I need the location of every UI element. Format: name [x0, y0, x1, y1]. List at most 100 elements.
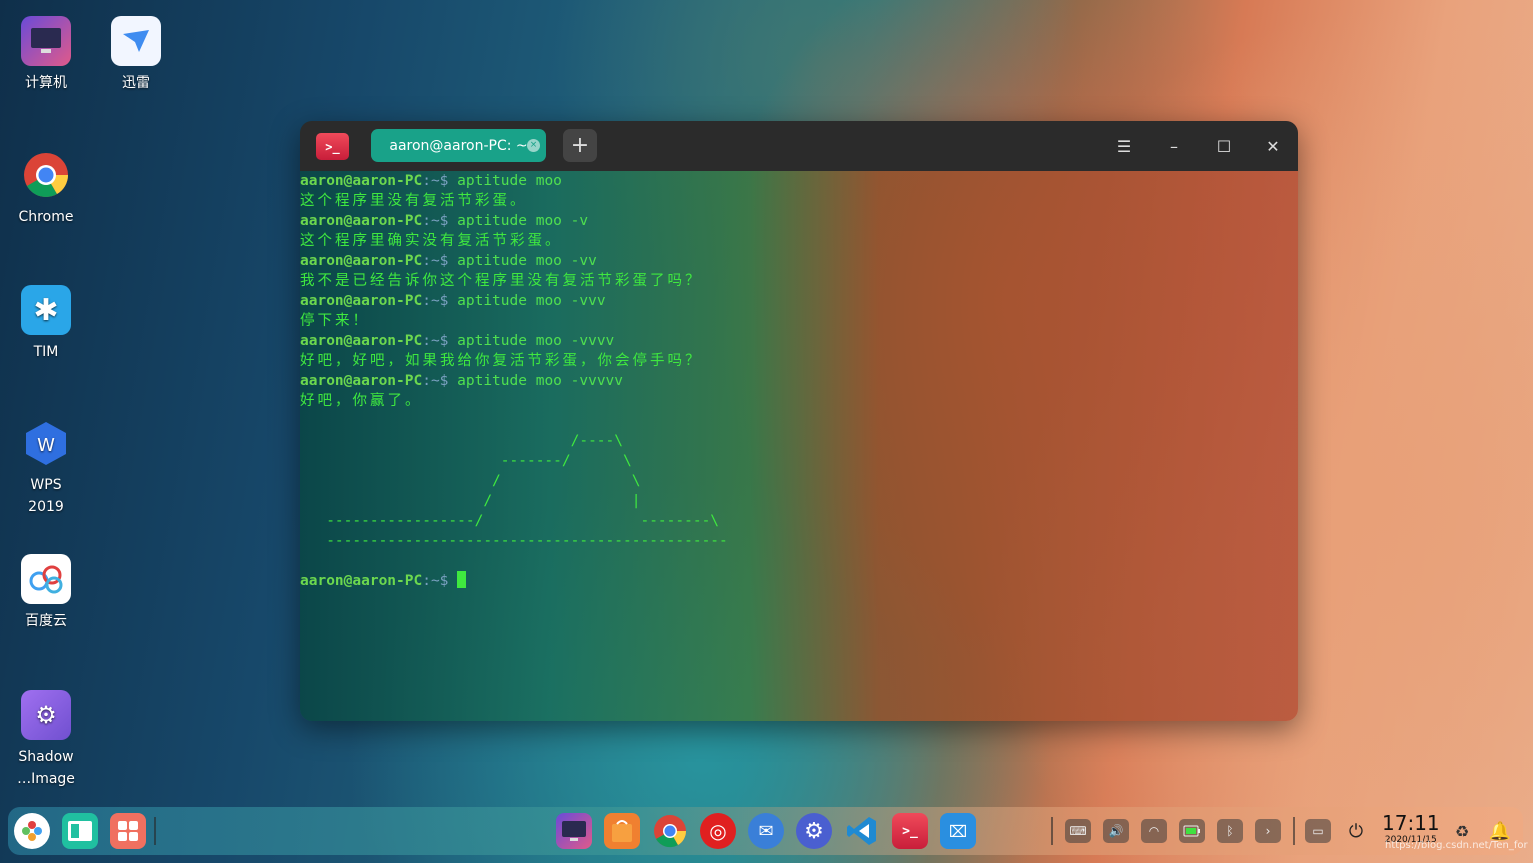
title-bar[interactable]: >_ aaron@aaron-PC: ~ × + ☰ – ☐ ✕	[300, 121, 1298, 171]
desktop-icon-shadow-image[interactable]: ⚙ Shadow …Image	[4, 690, 88, 790]
ascii-art-line: -------/ \	[300, 453, 632, 469]
terminal-dock-icon[interactable]: >_	[892, 813, 928, 849]
minimize-button[interactable]: –	[1161, 133, 1187, 159]
wifi-icon[interactable]: ◠	[1141, 819, 1167, 843]
desktop-icon-label: 计算机	[25, 75, 67, 91]
terminal-output-line: 这个程序里确实没有复活节彩蛋。	[300, 233, 563, 249]
desktop-icon-baiduyun[interactable]: 百度云	[4, 554, 88, 632]
settings-icon[interactable]: ⚙	[796, 813, 832, 849]
desktop-icon-xunlei[interactable]: 迅雷	[94, 16, 178, 94]
archive-manager-icon[interactable]: ⌧	[940, 813, 976, 849]
volume-icon[interactable]: 🔊	[1103, 819, 1129, 843]
close-button[interactable]: ✕	[1260, 133, 1286, 159]
tab-title: aaron@aaron-PC: ~	[389, 137, 528, 154]
prompt-user: aaron@aaron-PC	[300, 373, 423, 389]
desktop-icon-tim[interactable]: ✱ TIM	[4, 285, 88, 363]
show-desktop-icon[interactable]	[110, 813, 146, 849]
prompt-path: :~$	[422, 213, 458, 229]
desktop-icon-label-line2: 2019	[28, 499, 64, 515]
ascii-art-line	[300, 411, 1298, 431]
terminal-output-line: 好吧，你赢了。	[300, 393, 423, 409]
ascii-art-line: ----------------------------------------…	[300, 533, 728, 549]
prompt-path: :~$	[422, 173, 458, 189]
desktop-icon-label: Shadow	[18, 749, 74, 765]
wps-icon: W	[21, 418, 71, 468]
terminal-command-line: aaron@aaron-PC:~$ aptitude moo -vvvv	[300, 331, 1298, 351]
desktop-icon-label: 迅雷	[122, 75, 150, 91]
computer-icon[interactable]	[556, 813, 592, 849]
dock-separator	[1051, 817, 1053, 845]
command-text: aptitude moo	[457, 173, 562, 189]
prompt-user: aaron@aaron-PC	[300, 573, 423, 589]
desktop-icon-label: TIM	[33, 344, 59, 360]
prompt-user: aaron@aaron-PC	[300, 293, 423, 309]
prompt-user: aaron@aaron-PC	[300, 253, 423, 269]
terminal-output-line: 好吧，好吧，如果我给你复活节彩蛋，你会停手吗？	[300, 353, 703, 369]
terminal-output-line: 这个程序里没有复活节彩蛋。	[300, 193, 528, 209]
prompt-path: :~$	[422, 373, 458, 389]
terminal-prompt-line: aaron@aaron-PC:~$	[300, 571, 1298, 591]
thunderbird-icon[interactable]: ✉	[748, 813, 784, 849]
gear-icon: ⚙	[21, 690, 71, 740]
tab-close-icon[interactable]: ×	[527, 139, 540, 152]
dock: ◎ ✉ ⚙ >_ ⌧ ⌨ 🔊 ◠ ᛒ › ▭ ⏻ 17:11 2020/11/1…	[8, 807, 1523, 855]
dock-separator	[154, 817, 156, 845]
prompt-path: :~$	[422, 253, 458, 269]
ascii-art-line: / \	[300, 473, 641, 489]
bluetooth-icon[interactable]: ᛒ	[1217, 819, 1243, 843]
svg-text:W: W	[37, 435, 55, 456]
menu-icon[interactable]: ☰	[1111, 133, 1137, 159]
terminal-command-line: aaron@aaron-PC:~$ aptitude moo -vvvvv	[300, 371, 1298, 391]
launcher-icon[interactable]	[14, 813, 50, 849]
desktop-icon-chrome[interactable]: Chrome	[4, 150, 88, 228]
terminal-command-line: aaron@aaron-PC:~$ aptitude moo -vvv	[300, 291, 1298, 311]
chrome-icon[interactable]	[652, 813, 688, 849]
chrome-icon	[21, 150, 71, 200]
terminal-output[interactable]: aaron@aaron-PC:~$ aptitude moo 这个程序里没有复活节…	[300, 171, 1298, 721]
new-tab-button[interactable]: +	[563, 129, 597, 162]
maximize-button[interactable]: ☐	[1211, 133, 1237, 159]
power-icon[interactable]: ⏻	[1343, 819, 1369, 843]
desktop-icon-label: WPS	[30, 477, 62, 493]
keyboard-icon[interactable]: ⌨	[1065, 819, 1091, 843]
terminal-command-line: aaron@aaron-PC:~$ aptitude moo -vv	[300, 251, 1298, 271]
cloud-icon	[21, 554, 71, 604]
clock-time: 17:11	[1382, 811, 1440, 835]
ascii-art-line: -----------------/ --------\	[300, 513, 720, 529]
chevron-right-icon[interactable]: ›	[1255, 819, 1281, 843]
vscode-icon[interactable]	[844, 813, 880, 849]
prompt-path: :~$	[422, 573, 458, 589]
multitask-view-icon[interactable]	[62, 813, 98, 849]
terminal-output-line: 我不是已经告诉你这个程序里没有复活节彩蛋了吗？	[300, 273, 703, 289]
terminal-cursor	[457, 571, 467, 588]
netease-music-icon[interactable]: ◎	[700, 813, 736, 849]
command-text: aptitude moo -v	[457, 213, 589, 229]
tim-star-icon: ✱	[21, 285, 71, 335]
ascii-art-line: /----\	[300, 433, 624, 449]
command-text: aptitude moo -vvv	[457, 293, 606, 309]
prompt-user: aaron@aaron-PC	[300, 173, 423, 189]
terminal-command-line: aaron@aaron-PC:~$ aptitude moo	[300, 171, 1298, 191]
prompt-path: :~$	[422, 333, 458, 349]
battery-icon[interactable]	[1179, 819, 1205, 843]
bird-icon	[111, 16, 161, 66]
terminal-app-icon[interactable]: >_	[316, 133, 349, 160]
terminal-output-line: 停下来！	[300, 313, 370, 329]
desktop-icon-wps[interactable]: W WPS 2019	[4, 418, 88, 518]
desktop-icon-computer[interactable]: 计算机	[4, 16, 88, 94]
notification-card-icon[interactable]: ▭	[1305, 819, 1331, 843]
tab-terminal[interactable]: aaron@aaron-PC: ~ ×	[371, 129, 546, 162]
command-text: aptitude moo -vvvvv	[457, 373, 624, 389]
terminal-window[interactable]: >_ aaron@aaron-PC: ~ × + ☰ – ☐ ✕ aaron@a…	[300, 121, 1298, 721]
prompt-user: aaron@aaron-PC	[300, 333, 423, 349]
dock-separator	[1293, 817, 1295, 845]
prompt-path: :~$	[422, 293, 458, 309]
desktop-icon-label-line2: …Image	[17, 771, 75, 787]
desktop-icon-label: Chrome	[18, 209, 74, 225]
ascii-art-line: / |	[300, 493, 641, 509]
terminal-command-line: aaron@aaron-PC:~$ aptitude moo -v	[300, 211, 1298, 231]
watermark: https://blog.csdn.net/Ten_for	[1385, 840, 1528, 851]
app-store-icon[interactable]	[604, 813, 640, 849]
computer-icon	[21, 16, 71, 66]
